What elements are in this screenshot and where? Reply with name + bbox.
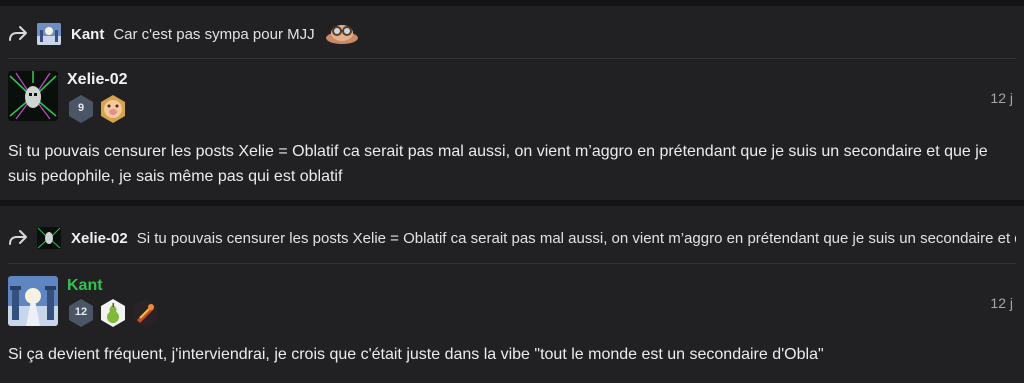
forum-thread: Kant Car c'est pas sympa pour MJJ Xelie-… — [0, 0, 1024, 383]
post: Kant Car c'est pas sympa pour MJJ Xelie-… — [0, 6, 1024, 200]
reply-excerpt: Si tu pouvais censurer les posts Xelie =… — [136, 229, 1016, 247]
username[interactable]: Xelie-02 — [67, 71, 127, 89]
reply-quote[interactable]: Kant Car c'est pas sympa pour MJJ — [0, 23, 1024, 45]
goggles-emoji-icon — [325, 23, 359, 45]
avatar[interactable] — [8, 71, 58, 121]
avatar[interactable] — [8, 276, 58, 326]
level-number: 12 — [74, 306, 88, 318]
username[interactable]: Kant — [67, 277, 103, 295]
post-body: Si ça devient fréquent, j'interviendrai,… — [8, 346, 824, 363]
post-timestamp[interactable]: 12 j — [990, 90, 1013, 106]
level-number: 9 — [77, 102, 85, 114]
reply-author[interactable]: Xelie-02 — [71, 230, 128, 247]
reply-excerpt: Car c'est pas sympa pour MJJ — [113, 25, 315, 43]
level-badge: 9 — [67, 94, 95, 124]
post-body: Si tu pouvais censurer les posts Xelie =… — [8, 143, 988, 185]
pig-badge-icon — [99, 94, 127, 124]
kant-avatar-icon[interactable] — [37, 23, 61, 45]
reply-arrow-icon — [8, 24, 28, 44]
reply-quote[interactable]: Xelie-02 Si tu pouvais censurer les post… — [0, 227, 1016, 249]
user-badges: 12 — [67, 298, 159, 328]
divider — [8, 263, 1016, 264]
xelie-avatar-icon[interactable] — [37, 227, 61, 249]
pear-badge-icon — [99, 298, 127, 328]
post-timestamp[interactable]: 12 j — [990, 295, 1013, 311]
reply-author[interactable]: Kant — [71, 26, 104, 43]
user-badges: 9 — [67, 94, 127, 124]
divider — [8, 58, 1016, 59]
flame-badge-icon — [131, 298, 159, 328]
post: Xelie-02 Si tu pouvais censurer les post… — [0, 206, 1024, 383]
level-badge: 12 — [67, 298, 95, 328]
reply-arrow-icon — [8, 228, 28, 248]
